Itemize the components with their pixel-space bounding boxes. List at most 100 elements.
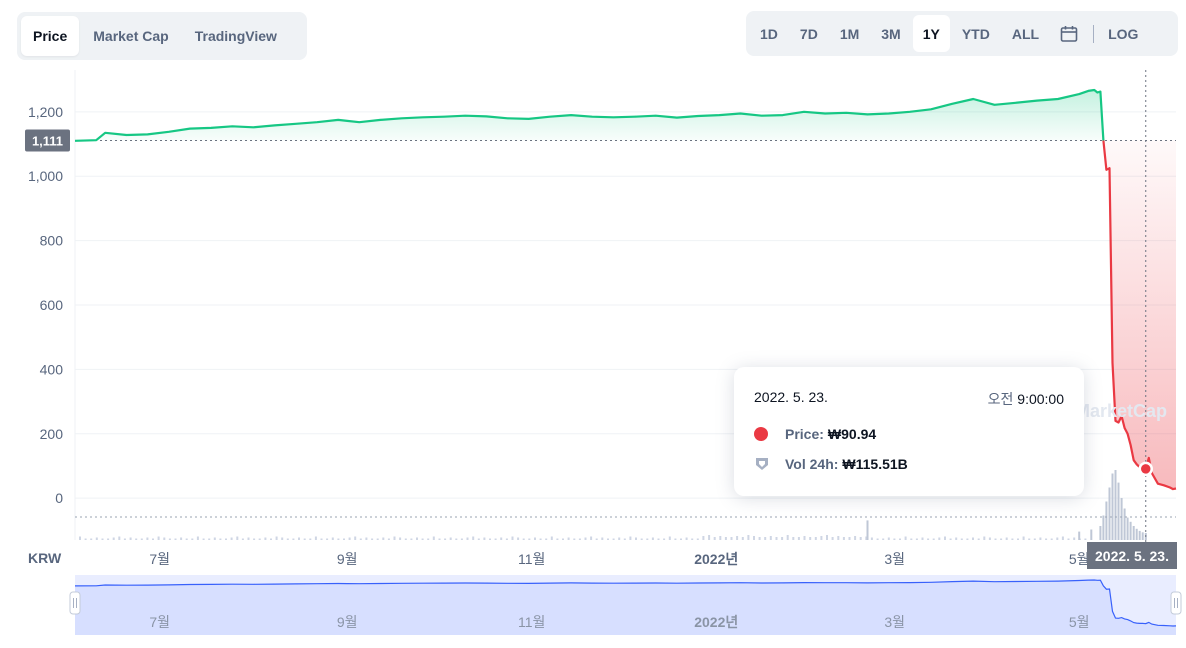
tooltip-price-value: ₩90.94 bbox=[827, 426, 877, 442]
volume-bar bbox=[944, 536, 946, 540]
navigator-tick-label: 3월 bbox=[884, 614, 905, 630]
volume-bar bbox=[708, 535, 711, 540]
tooltip-price-label: Price: bbox=[785, 426, 824, 442]
volume-bar bbox=[112, 537, 115, 540]
volume-bar bbox=[797, 537, 800, 540]
volume-icon bbox=[754, 456, 770, 472]
volume-bar bbox=[646, 538, 649, 540]
volume-bar bbox=[1114, 470, 1117, 540]
volume-bar bbox=[432, 536, 435, 540]
volume-bar bbox=[393, 536, 396, 540]
volume-bar bbox=[1123, 508, 1126, 540]
handle-body bbox=[1170, 591, 1182, 615]
volume-bar bbox=[618, 537, 621, 540]
volume-bar bbox=[988, 537, 991, 540]
volume-bar bbox=[225, 538, 227, 540]
currency-label: KRW bbox=[28, 550, 62, 566]
x-tick-label: 7월 bbox=[149, 551, 170, 567]
volume-bar bbox=[314, 536, 317, 540]
volume-bar bbox=[1099, 526, 1102, 540]
volume-bar bbox=[803, 536, 806, 540]
price-chart[interactable]: 02004006008001,0001,2001,111CoinMarketCa… bbox=[0, 0, 1186, 648]
volume-bar bbox=[489, 538, 491, 540]
volume-bar bbox=[730, 537, 733, 540]
volume-bar bbox=[567, 537, 570, 540]
volume-bar bbox=[876, 538, 879, 540]
volume-bar bbox=[994, 538, 997, 540]
volume-bar bbox=[253, 538, 256, 540]
volume-bar bbox=[1138, 530, 1141, 540]
volume-bar bbox=[410, 538, 413, 540]
volume-bar bbox=[932, 538, 935, 540]
volume-bar bbox=[343, 538, 345, 540]
volume-bar bbox=[359, 538, 362, 540]
tooltip-time: 오전 9:00:00 bbox=[987, 391, 1064, 407]
volume-bar bbox=[736, 536, 739, 540]
y-tick-label: 200 bbox=[40, 426, 64, 442]
volume-bar bbox=[1045, 538, 1048, 540]
volume-bar bbox=[1129, 521, 1132, 540]
volume-bar bbox=[601, 537, 604, 540]
volume-bar bbox=[1011, 538, 1014, 540]
crosshair-date-label: 2022. 5. 23. bbox=[1095, 548, 1169, 564]
volume-bar bbox=[309, 538, 312, 540]
volume-bar bbox=[921, 537, 924, 540]
volume-bar bbox=[163, 537, 166, 540]
volume-bar bbox=[741, 537, 744, 540]
volume-bar bbox=[590, 536, 593, 540]
volume-bar bbox=[303, 538, 306, 540]
volume-bar bbox=[444, 538, 447, 540]
volume-bar bbox=[258, 538, 261, 540]
volume-bar bbox=[472, 536, 475, 540]
navigator-tick-label: 2022년 bbox=[694, 614, 738, 630]
volume-bar bbox=[724, 537, 727, 540]
volume-bar bbox=[882, 538, 885, 540]
volume-bar bbox=[775, 537, 778, 540]
volume-bar bbox=[753, 536, 755, 540]
navigator-tick-label: 11월 bbox=[518, 614, 545, 630]
volume-bar bbox=[466, 537, 469, 540]
chart-tooltip: 2022. 5. 23. 오전 9:00:00 Price: ₩90.94 Vo… bbox=[734, 367, 1084, 496]
volume-bar bbox=[421, 538, 424, 540]
navigator-area bbox=[75, 580, 1176, 635]
volume-bar bbox=[208, 538, 211, 540]
x-tick-label: 5월 bbox=[1069, 551, 1090, 567]
volume-bar bbox=[152, 538, 154, 540]
negative-area bbox=[1103, 140, 1176, 490]
volume-bar bbox=[534, 537, 536, 540]
volume-bar bbox=[1111, 473, 1114, 540]
volume-bar bbox=[1102, 515, 1105, 540]
y-tick-label: 400 bbox=[40, 361, 64, 377]
volume-bar bbox=[107, 538, 110, 540]
tooltip-volume-value: ₩115.51B bbox=[842, 456, 908, 472]
volume-bar bbox=[275, 536, 278, 540]
volume-bar bbox=[404, 538, 407, 540]
volume-bar bbox=[449, 537, 452, 540]
volume-bar bbox=[416, 537, 418, 540]
volume-bar bbox=[185, 538, 188, 540]
volume-bar bbox=[854, 536, 857, 540]
volume-bar bbox=[286, 538, 289, 540]
volume-bar bbox=[685, 537, 688, 540]
volume-bar bbox=[960, 538, 963, 540]
volume-bar bbox=[157, 536, 160, 540]
volume-bar bbox=[635, 537, 637, 540]
volume-bar bbox=[95, 537, 98, 540]
volume-bar bbox=[213, 537, 216, 540]
volume-bar bbox=[556, 538, 559, 540]
volume-bar bbox=[511, 536, 514, 540]
volume-bar bbox=[786, 535, 789, 540]
volume-bar bbox=[387, 538, 390, 540]
volume-bar bbox=[814, 537, 817, 540]
y-tick-label: 0 bbox=[55, 490, 63, 506]
navigator-right-handle[interactable] bbox=[1170, 591, 1182, 615]
volume-bar bbox=[174, 538, 177, 540]
x-tick-label: 3월 bbox=[884, 551, 905, 567]
volume-bar bbox=[140, 538, 143, 540]
volume-bar bbox=[1126, 517, 1129, 540]
volume-bar bbox=[202, 538, 205, 540]
volume-bar bbox=[713, 537, 716, 540]
navigator-tick-label: 5월 bbox=[1069, 614, 1090, 630]
volume-bar bbox=[337, 538, 340, 540]
navigator-left-handle[interactable] bbox=[69, 591, 81, 615]
